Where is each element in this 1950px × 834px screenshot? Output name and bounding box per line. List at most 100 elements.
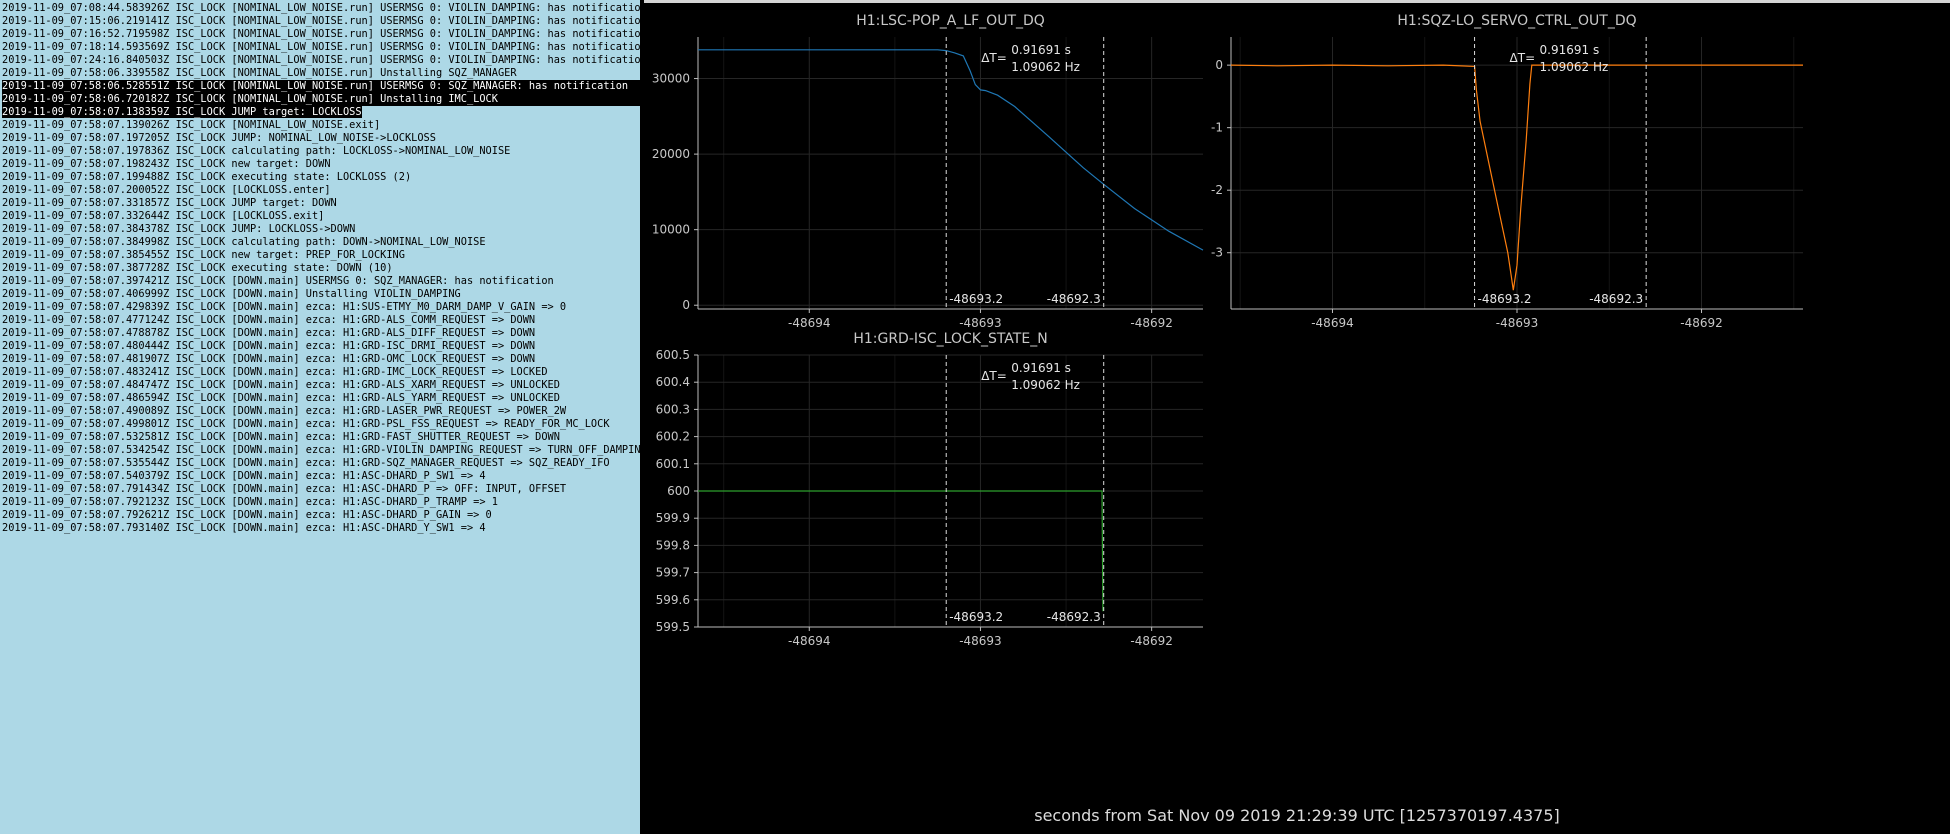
time-cursors[interactable]: -48693.2 -48692.3 ΔT= 0.91691 s 1.09062 Hz xyxy=(945,37,1105,309)
log-line[interactable]: 2019-11-09_07:58:07.406999Z ISC_LOCK [DO… xyxy=(2,288,640,301)
x-tick-label: -48694 xyxy=(788,316,831,330)
y-tick-label: 599.5 xyxy=(656,620,690,634)
plot-panel-3[interactable]: H1:GRD-ISC_LOCK_STATE_N -48694 -48693 -4869… xyxy=(656,331,1203,648)
log-line[interactable]: 2019-11-09_07:58:07.477124Z ISC_LOCK [DO… xyxy=(2,314,640,327)
delta-time: 0.91691 s xyxy=(1011,361,1071,375)
x-tick-label: -48694 xyxy=(788,634,831,648)
log-line[interactable]: 2019-11-09_07:58:07.197836Z ISC_LOCK cal… xyxy=(2,145,640,158)
log-line[interactable]: 2019-11-09_07:15:06.219141Z ISC_LOCK [NO… xyxy=(2,15,640,28)
y-tick-label: 600.2 xyxy=(656,430,690,444)
plot-panel-1[interactable]: H1:LSC-POP_A_LF_OUT_DQ -48694 -48693 -48692… xyxy=(652,13,1204,330)
cursor-1-label: -48693.2 xyxy=(949,610,1003,624)
x-tick-label: -48692 xyxy=(1680,316,1723,330)
log-line[interactable]: 2019-11-09_07:58:07.484747Z ISC_LOCK [DO… xyxy=(2,379,640,392)
log-line[interactable]: 2019-11-09_07:58:07.387728Z ISC_LOCK exe… xyxy=(2,262,640,275)
log-line[interactable]: 2019-11-09_07:16:52.719598Z ISC_LOCK [NO… xyxy=(2,28,640,41)
log-line[interactable]: 2019-11-09_07:58:07.480444Z ISC_LOCK [DO… xyxy=(2,340,640,353)
log-line[interactable]: 2019-11-09_07:58:07.138359Z ISC_LOCK JUM… xyxy=(2,106,640,119)
log-line[interactable]: 2019-11-09_07:58:07.481907Z ISC_LOCK [DO… xyxy=(2,353,640,366)
y-tick-label: 599.9 xyxy=(656,511,690,525)
log-line[interactable]: 2019-11-09_07:58:07.429839Z ISC_LOCK [DO… xyxy=(2,301,640,314)
log-line[interactable]: 2019-11-09_07:58:07.139026Z ISC_LOCK [NO… xyxy=(2,119,640,132)
log-line[interactable]: 2019-11-09_07:58:07.792123Z ISC_LOCK [DO… xyxy=(2,496,640,509)
y-tick-label: 599.8 xyxy=(656,538,690,552)
y-tick-label: 600.3 xyxy=(656,402,690,416)
delta-prefix: ΔT= xyxy=(981,369,1007,383)
series-line xyxy=(698,49,1204,251)
x-tick-label: -48694 xyxy=(1311,316,1354,330)
log-line[interactable]: 2019-11-09_07:58:07.540379Z ISC_LOCK [DO… xyxy=(2,470,640,483)
cursor-2-label: -48692.3 xyxy=(1589,292,1643,306)
plot-title: H1:GRD-ISC_LOCK_STATE_N xyxy=(853,331,1047,347)
log-line[interactable]: 2019-11-09_07:58:07.535544Z ISC_LOCK [DO… xyxy=(2,457,640,470)
plot-area: H1:LSC-POP_A_LF_OUT_DQ -48694 -48693 -48692… xyxy=(644,3,1950,834)
log-line[interactable]: 2019-11-09_07:58:07.532581Z ISC_LOCK [DO… xyxy=(2,431,640,444)
log-line[interactable]: 2019-11-09_07:58:07.198243Z ISC_LOCK new… xyxy=(2,158,640,171)
log-line[interactable]: 2019-11-09_07:58:07.397421Z ISC_LOCK [DO… xyxy=(2,275,640,288)
cursor-2-label: -48692.3 xyxy=(1047,292,1101,306)
y-tick-label: 600.1 xyxy=(656,457,690,471)
delta-frequency: 1.09062 Hz xyxy=(1011,378,1080,392)
plot-title: H1:SQZ-LO_SERVO_CTRL_OUT_DQ xyxy=(1397,13,1636,29)
log-line[interactable]: 2019-11-09_07:58:06.339558Z ISC_LOCK [NO… xyxy=(2,67,640,80)
y-tick-label: -2 xyxy=(1211,183,1223,197)
y-tick-label: -3 xyxy=(1211,246,1223,260)
delta-prefix: ΔT= xyxy=(981,51,1007,65)
x-tick-label: -48693 xyxy=(1496,316,1539,330)
delta-frequency: 1.09062 Hz xyxy=(1540,60,1609,74)
y-tick-label: 30000 xyxy=(652,72,690,86)
log-line[interactable]: 2019-11-09_07:58:06.720182Z ISC_LOCK [NO… xyxy=(2,93,640,106)
y-tick-label: 599.6 xyxy=(656,593,690,607)
log-line[interactable]: 2019-11-09_07:24:16.840503Z ISC_LOCK [NO… xyxy=(2,54,640,67)
delta-time: 0.91691 s xyxy=(1540,43,1600,57)
cursor-1-label: -48693.2 xyxy=(949,292,1003,306)
series-line xyxy=(698,490,1104,612)
y-tick-label: 599.7 xyxy=(656,566,690,580)
grid xyxy=(698,37,1203,309)
guardian-log-panel[interactable]: 2019-11-09_07:08:44.583926Z ISC_LOCK [NO… xyxy=(0,0,640,834)
log-line[interactable]: 2019-11-09_07:58:07.478878Z ISC_LOCK [DO… xyxy=(2,327,640,340)
log-line[interactable]: 2019-11-09_07:58:07.483241Z ISC_LOCK [DO… xyxy=(2,366,640,379)
log-line[interactable]: 2019-11-09_07:18:14.593569Z ISC_LOCK [NO… xyxy=(2,41,640,54)
log-line[interactable]: 2019-11-09_07:58:07.384998Z ISC_LOCK cal… xyxy=(2,236,640,249)
log-line[interactable]: 2019-11-09_07:58:07.792621Z ISC_LOCK [DO… xyxy=(2,509,640,522)
delta-time: 0.91691 s xyxy=(1011,43,1071,57)
log-list: 2019-11-09_07:08:44.583926Z ISC_LOCK [NO… xyxy=(0,0,640,535)
time-cursors[interactable]: -48693.2 -48692.3 ΔT= 0.91691 s 1.09062 Hz xyxy=(1474,37,1647,309)
y-tick-label: -1 xyxy=(1211,121,1223,135)
y-tick-label: 600.4 xyxy=(656,375,690,389)
log-line[interactable]: 2019-11-09_07:58:07.199488Z ISC_LOCK exe… xyxy=(2,171,640,184)
plot-panel-2[interactable]: H1:SQZ-LO_SERVO_CTRL_OUT_DQ -48694 -48693 -… xyxy=(1211,13,1803,330)
log-line[interactable]: 2019-11-09_07:58:07.332644Z ISC_LOCK [LO… xyxy=(2,210,640,223)
y-tick-label: 20000 xyxy=(652,147,690,161)
x-tick-label: -48693 xyxy=(959,316,1002,330)
log-line[interactable]: 2019-11-09_07:58:07.200052Z ISC_LOCK [LO… xyxy=(2,184,640,197)
delta-frequency: 1.09062 Hz xyxy=(1011,60,1080,74)
log-line[interactable]: 2019-11-09_07:58:06.528551Z ISC_LOCK [NO… xyxy=(2,80,640,93)
x-tick-label: -48692 xyxy=(1130,634,1173,648)
log-line[interactable]: 2019-11-09_07:58:07.490089Z ISC_LOCK [DO… xyxy=(2,405,640,418)
log-line[interactable]: 2019-11-09_07:58:07.384378Z ISC_LOCK JUM… xyxy=(2,223,640,236)
y-tick-label: 10000 xyxy=(652,223,690,237)
log-line[interactable]: 2019-11-09_07:58:07.197205Z ISC_LOCK JUM… xyxy=(2,132,640,145)
y-tick-label: 0 xyxy=(682,298,690,312)
delta-prefix: ΔT= xyxy=(1510,51,1536,65)
log-line[interactable]: 2019-11-09_07:58:07.793140Z ISC_LOCK [DO… xyxy=(2,522,640,535)
cursor-1-label: -48693.2 xyxy=(1478,292,1532,306)
log-line[interactable]: 2019-11-09_07:58:07.331857Z ISC_LOCK JUM… xyxy=(2,197,640,210)
log-line[interactable]: 2019-11-09_07:58:07.791434Z ISC_LOCK [DO… xyxy=(2,483,640,496)
plot-title: H1:LSC-POP_A_LF_OUT_DQ xyxy=(856,13,1045,29)
x-tick-label: -48692 xyxy=(1130,316,1173,330)
y-tick-label: 0 xyxy=(1215,58,1223,72)
x-tick-label: -48693 xyxy=(959,634,1002,648)
time-axis-label: seconds from Sat Nov 09 2019 21:29:39 UT… xyxy=(1034,806,1560,825)
log-line[interactable]: 2019-11-09_07:08:44.583926Z ISC_LOCK [NO… xyxy=(2,2,640,15)
log-line-text: 2019-11-09_07:58:07.138359Z ISC_LOCK JUM… xyxy=(2,106,362,118)
y-tick-label: 600 xyxy=(667,484,690,498)
log-line[interactable]: 2019-11-09_07:58:07.499801Z ISC_LOCK [DO… xyxy=(2,418,640,431)
log-line[interactable]: 2019-11-09_07:58:07.534254Z ISC_LOCK [DO… xyxy=(2,444,640,457)
plots-canvas: H1:LSC-POP_A_LF_OUT_DQ -48694 -48693 -48692… xyxy=(652,13,1803,648)
log-line[interactable]: 2019-11-09_07:58:07.385455Z ISC_LOCK new… xyxy=(2,249,640,262)
log-line[interactable]: 2019-11-09_07:58:07.486594Z ISC_LOCK [DO… xyxy=(2,392,640,405)
cursor-2-label: -48692.3 xyxy=(1047,610,1101,624)
